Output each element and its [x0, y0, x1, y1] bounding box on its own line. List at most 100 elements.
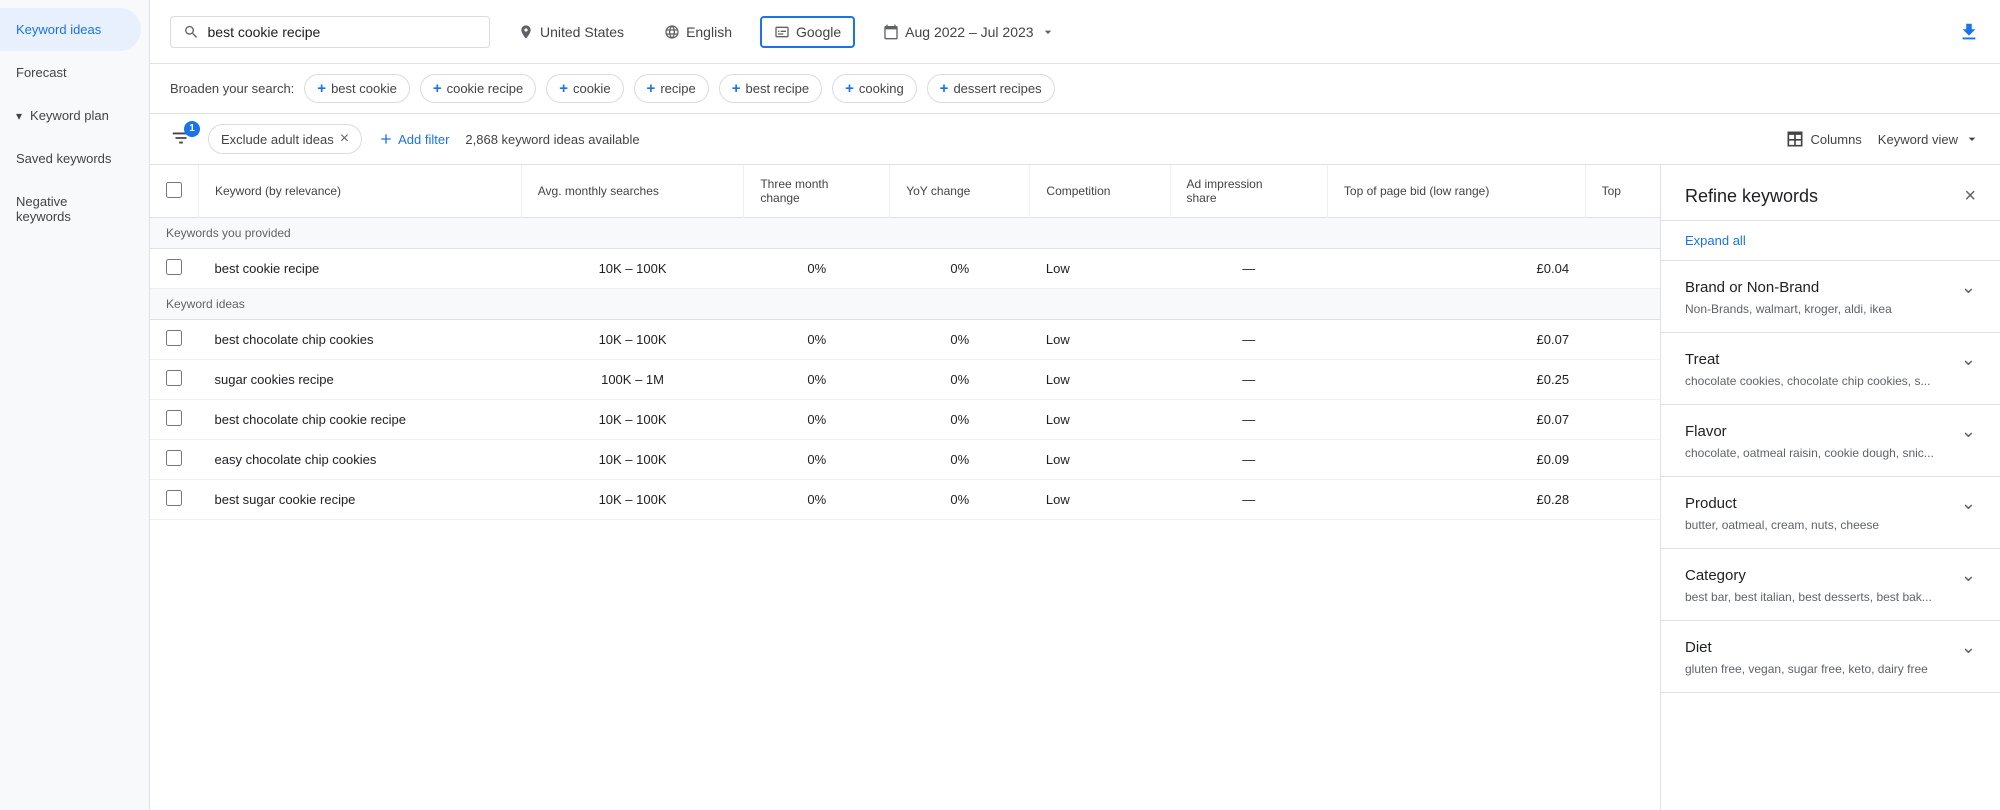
row-yoy: 0% [890, 320, 1030, 360]
row-checkbox[interactable] [166, 259, 182, 275]
th-ad-impression[interactable]: Ad impressionshare [1170, 165, 1327, 218]
table-row: best chocolate chip cookie recipe 10K – … [150, 400, 1660, 440]
row-keyword: best chocolate chip cookie recipe [199, 400, 522, 440]
refine-section-header: Treat ⌄ [1685, 349, 1976, 370]
sidebar-item-keyword-ideas[interactable]: Keyword ideas [0, 8, 141, 51]
keyword-view-label: Keyword view [1878, 132, 1958, 147]
th-checkbox[interactable] [150, 165, 199, 218]
sidebar-label: Saved keywords [16, 151, 111, 166]
refine-section-1[interactable]: Treat ⌄ chocolate cookies, chocolate chi… [1661, 333, 2000, 405]
broaden-chip-2[interactable]: +cookie [546, 74, 623, 103]
refine-section-desc: butter, oatmeal, cream, nuts, cheese [1685, 518, 1976, 532]
row-competition: Low [1030, 400, 1170, 440]
calendar-icon [883, 24, 899, 40]
row-top-bid: £0.07 [1327, 320, 1585, 360]
sidebar-item-saved-keywords[interactable]: Saved keywords [0, 137, 141, 180]
keyword-view-button[interactable]: Keyword view [1878, 131, 1980, 147]
filter-bar: 1 Exclude adult ideas × Add filter 2,868… [150, 114, 2000, 165]
row-avg-monthly: 10K – 100K [521, 400, 744, 440]
filter-icon-container[interactable]: 1 [170, 127, 192, 152]
broaden-chip-3[interactable]: +recipe [634, 74, 709, 103]
refine-section-5[interactable]: Diet ⌄ gluten free, vegan, sugar free, k… [1661, 621, 2000, 693]
plus-icon: + [433, 80, 442, 97]
location-pill[interactable]: United States [506, 18, 636, 46]
row-top-more [1585, 360, 1660, 400]
search-container[interactable] [170, 16, 490, 48]
row-avg-monthly: 10K – 100K [521, 480, 744, 520]
row-checkbox[interactable] [166, 490, 182, 506]
refine-section-3[interactable]: Product ⌄ butter, oatmeal, cream, nuts, … [1661, 477, 2000, 549]
broaden-chip-label: best recipe [746, 81, 810, 96]
row-yoy: 0% [890, 360, 1030, 400]
th-three-month[interactable]: Three monthchange [744, 165, 890, 218]
row-checkbox[interactable] [166, 410, 182, 426]
plus-icon: + [845, 80, 854, 97]
columns-button[interactable]: Columns [1785, 129, 1862, 149]
location-label: United States [540, 24, 624, 40]
download-button[interactable] [1958, 21, 1980, 43]
broaden-chip-1[interactable]: + cookie recipe [420, 74, 536, 103]
row-avg-monthly: 100K – 1M [521, 360, 744, 400]
th-top-more[interactable]: Top [1585, 165, 1660, 218]
refine-section-0[interactable]: Brand or Non-Brand ⌄ Non-Brands, walmart… [1661, 261, 2000, 333]
expand-all-button[interactable]: Expand all [1661, 221, 2000, 261]
add-filter-button[interactable]: Add filter [378, 131, 449, 147]
th-keyword[interactable]: Keyword (by relevance) [199, 165, 522, 218]
date-range-selector[interactable]: Aug 2022 – Jul 2023 [871, 18, 1067, 46]
row-checkbox[interactable] [166, 330, 182, 346]
refine-close-button[interactable]: × [1964, 185, 1976, 208]
row-keyword: easy chocolate chip cookies [199, 440, 522, 480]
refine-section-4[interactable]: Category ⌄ best bar, best italian, best … [1661, 549, 2000, 621]
row-checkbox-cell[interactable] [150, 360, 199, 400]
refine-section-2[interactable]: Flavor ⌄ chocolate, oatmeal raisin, cook… [1661, 405, 2000, 477]
refine-section-header: Flavor ⌄ [1685, 421, 1976, 442]
chevron-down-icon: ⌄ [1961, 349, 1976, 370]
row-checkbox-cell[interactable] [150, 400, 199, 440]
search-input[interactable] [208, 24, 478, 40]
broaden-chip-5[interactable]: +cooking [832, 74, 917, 103]
row-top-bid: £0.04 [1327, 249, 1585, 289]
row-competition: Low [1030, 249, 1170, 289]
th-competition[interactable]: Competition [1030, 165, 1170, 218]
refine-section-header: Product ⌄ [1685, 493, 1976, 514]
row-ad-impression: — [1170, 400, 1327, 440]
broaden-chip-6[interactable]: +dessert recipes [927, 74, 1055, 103]
language-icon [664, 24, 680, 40]
broaden-chip-label: dessert recipes [953, 81, 1041, 96]
broaden-chip-4[interactable]: +best recipe [719, 74, 822, 103]
row-checkbox-cell[interactable] [150, 440, 199, 480]
th-yoy[interactable]: YoY change [890, 165, 1030, 218]
row-checkbox[interactable] [166, 450, 182, 466]
date-range-chevron-icon [1040, 24, 1056, 40]
plus-icon: + [647, 80, 656, 97]
exclude-chip-close[interactable]: × [340, 130, 349, 148]
th-avg-monthly[interactable]: Avg. monthly searches [521, 165, 744, 218]
sidebar-item-keyword-plan[interactable]: ▾Keyword plan [0, 94, 141, 137]
main-content: United States English Google Aug 2022 – … [150, 0, 2000, 810]
content-area: Keyword (by relevance) Avg. monthly sear… [150, 165, 2000, 810]
refine-section-desc: chocolate cookies, chocolate chip cookie… [1685, 374, 1976, 388]
sidebar-item-negative-keywords[interactable]: Negative keywords [0, 180, 141, 238]
table-row: best chocolate chip cookies 10K – 100K 0… [150, 320, 1660, 360]
broaden-chip-0[interactable]: +best cookie [304, 74, 410, 103]
add-filter-icon [378, 131, 394, 147]
row-checkbox-cell[interactable] [150, 320, 199, 360]
refine-title: Refine keywords [1685, 186, 1818, 207]
chevron-down-icon: ⌄ [1961, 565, 1976, 586]
row-checkbox[interactable] [166, 370, 182, 386]
refine-section-desc: gluten free, vegan, sugar free, keto, da… [1685, 662, 1976, 676]
broaden-chip-label: best cookie [331, 81, 397, 96]
row-checkbox-cell[interactable] [150, 249, 199, 289]
exclude-adult-chip[interactable]: Exclude adult ideas × [208, 124, 362, 154]
row-top-bid: £0.25 [1327, 360, 1585, 400]
select-all-checkbox[interactable] [166, 182, 182, 198]
sidebar-item-forecast[interactable]: Forecast [0, 51, 141, 94]
broaden-chip-label: cookie recipe [447, 81, 524, 96]
table-row: easy chocolate chip cookies 10K – 100K 0… [150, 440, 1660, 480]
google-button[interactable]: Google [760, 16, 855, 48]
th-top-bid[interactable]: Top of page bid (low range) [1327, 165, 1585, 218]
language-pill[interactable]: English [652, 18, 744, 46]
chevron-down-icon: ⌄ [1961, 421, 1976, 442]
table-header-row: Keyword (by relevance) Avg. monthly sear… [150, 165, 1660, 218]
row-checkbox-cell[interactable] [150, 480, 199, 520]
